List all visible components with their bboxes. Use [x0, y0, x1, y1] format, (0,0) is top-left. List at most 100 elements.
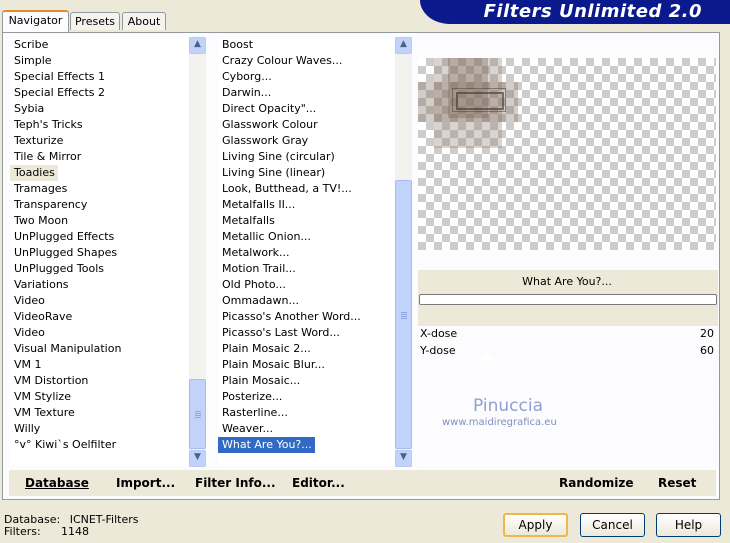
filter-item[interactable]: Glasswork Colour — [218, 117, 394, 133]
param-row-empty — [418, 377, 716, 394]
category-item[interactable]: Simple — [10, 53, 188, 69]
filter-item[interactable]: Weaver... — [218, 421, 394, 437]
filter-item-label: Boost — [222, 38, 254, 51]
scroll-thumb[interactable] — [189, 379, 206, 449]
filter-item[interactable]: Motion Trail... — [218, 261, 394, 277]
filter-item-label: Direct Opacity"... — [222, 102, 317, 115]
category-item[interactable]: Scribe — [10, 37, 188, 53]
category-item[interactable]: VM Texture — [10, 405, 188, 421]
filter-item[interactable]: Cyborg... — [218, 69, 394, 85]
param-row-empty — [418, 428, 716, 445]
category-item[interactable]: Video — [10, 325, 188, 341]
filter-item[interactable]: Old Photo... — [218, 277, 394, 293]
tab-navigator[interactable]: Navigator — [2, 10, 69, 32]
filter-item[interactable]: Plain Mosaic... — [218, 373, 394, 389]
category-item-label: Willy — [14, 422, 41, 435]
category-item[interactable]: Transparency — [10, 197, 188, 213]
category-item[interactable]: Visual Manipulation — [10, 341, 188, 357]
scroll-thumb[interactable] — [395, 180, 412, 449]
category-list[interactable]: Scribe Simple Special Effects 1 Special Eff… — [10, 37, 188, 465]
filter-item-label: Weaver... — [222, 422, 274, 435]
cancel-button[interactable]: Cancel — [580, 513, 645, 537]
category-item[interactable]: Sybia — [10, 101, 188, 117]
scroll-up-button[interactable]: ▲ — [189, 37, 206, 54]
category-item-label: Video — [14, 294, 45, 307]
filter-item[interactable]: Boost — [218, 37, 394, 53]
help-button[interactable]: Help — [656, 513, 721, 537]
category-scrollbar[interactable]: ▲ ▼ — [189, 37, 206, 467]
tab-about[interactable]: About — [122, 12, 166, 30]
filter-item[interactable]: Metallic Onion... — [218, 229, 394, 245]
category-item[interactable]: Special Effects 1 — [10, 69, 188, 85]
filter-item[interactable]: Metalfalls — [218, 213, 394, 229]
filter-item[interactable]: Plain Mosaic Blur... — [218, 357, 394, 373]
category-item[interactable]: Texturize — [10, 133, 188, 149]
filter-item[interactable]: Living Sine (circular) — [218, 149, 394, 165]
filter-list[interactable]: Boost Crazy Colour Waves... Cyborg... Darwi… — [218, 37, 394, 465]
filter-info-button[interactable]: Filter Info... — [195, 476, 276, 490]
filter-item-label: Metalwork... — [222, 246, 290, 259]
category-item[interactable]: °v° Kiwi`s Oelfilter — [10, 437, 188, 453]
filter-item-label: Rasterline... — [222, 406, 288, 419]
filter-item[interactable]: Darwin... — [218, 85, 394, 101]
category-item[interactable]: Toadies — [10, 165, 188, 181]
category-item[interactable]: VM 1 — [10, 357, 188, 373]
y-dose-value[interactable]: 60 — [700, 344, 714, 357]
filter-item[interactable]: Ommadawn... — [218, 293, 394, 309]
scroll-down-button[interactable]: ▼ — [395, 450, 412, 467]
category-item[interactable]: Tile & Mirror — [10, 149, 188, 165]
filter-item[interactable]: Direct Opacity"... — [218, 101, 394, 117]
filter-item[interactable]: Picasso's Another Word... — [218, 309, 394, 325]
category-item[interactable]: Video — [10, 293, 188, 309]
category-item[interactable]: Tramages — [10, 181, 188, 197]
filter-item[interactable]: Rasterline... — [218, 405, 394, 421]
randomize-button[interactable]: Randomize — [559, 476, 633, 490]
filter-item[interactable]: Look, Butthead, a TV!... — [218, 181, 394, 197]
filter-item[interactable]: Picasso's Last Word... — [218, 325, 394, 341]
filter-item[interactable]: Plain Mosaic 2... — [218, 341, 394, 357]
filter-item[interactable]: Posterize... — [218, 389, 394, 405]
filter-item[interactable]: Metalwork... — [218, 245, 394, 261]
category-item-label: Special Effects 1 — [14, 70, 106, 83]
category-item[interactable]: Willy — [10, 421, 188, 437]
category-item[interactable]: VideoRave — [10, 309, 188, 325]
category-item[interactable]: Variations — [10, 277, 188, 293]
category-item-label: VideoRave — [14, 310, 73, 323]
filter-item[interactable]: Living Sine (linear) — [218, 165, 394, 181]
category-item-label: VM Distortion — [14, 374, 89, 387]
filter-item[interactable]: Crazy Colour Waves... — [218, 53, 394, 69]
category-item[interactable]: UnPlugged Tools — [10, 261, 188, 277]
database-button[interactable]: Database — [25, 476, 89, 490]
category-item[interactable]: VM Distortion — [10, 373, 188, 389]
filter-item[interactable]: What Are You?... — [218, 437, 394, 453]
import-button[interactable]: Import... — [116, 476, 175, 490]
scroll-down-button[interactable]: ▼ — [189, 450, 206, 467]
filter-item-label: Glasswork Gray — [222, 134, 309, 147]
editor-button[interactable]: Editor... — [292, 476, 345, 490]
category-item-label: UnPlugged Effects — [14, 230, 115, 243]
filter-item[interactable]: Glasswork Gray — [218, 133, 394, 149]
category-item[interactable]: Two Moon — [10, 213, 188, 229]
filter-item-label: Darwin... — [222, 86, 272, 99]
tab-presets[interactable]: Presets — [70, 12, 120, 30]
filter-scrollbar[interactable]: ▲ ▼ — [395, 37, 412, 467]
category-item-label: Toadies — [10, 165, 58, 181]
x-dose-value[interactable]: 20 — [700, 327, 714, 340]
filter-item-label: Picasso's Another Word... — [222, 310, 361, 323]
reset-button[interactable]: Reset — [658, 476, 696, 490]
category-item-label: Visual Manipulation — [14, 342, 122, 355]
filter-item-label: Plain Mosaic Blur... — [222, 358, 325, 371]
x-dose-label: X-dose — [420, 327, 458, 340]
param-row-x-dose[interactable]: X-dose 20 — [418, 326, 716, 343]
category-item[interactable]: Special Effects 2 — [10, 85, 188, 101]
watermark-name: Pinuccia — [473, 396, 543, 416]
category-item[interactable]: Teph's Tricks — [10, 117, 188, 133]
category-item[interactable]: UnPlugged Effects — [10, 229, 188, 245]
filter-item[interactable]: Metalfalls II... — [218, 197, 394, 213]
category-item[interactable]: UnPlugged Shapes — [10, 245, 188, 261]
filter-name-label: What Are You?... — [522, 275, 612, 288]
apply-button[interactable]: Apply — [503, 513, 568, 537]
category-item[interactable]: VM Stylize — [10, 389, 188, 405]
scroll-up-button[interactable]: ▲ — [395, 37, 412, 54]
param-row-y-dose[interactable]: Y-dose 60 — [418, 343, 716, 360]
